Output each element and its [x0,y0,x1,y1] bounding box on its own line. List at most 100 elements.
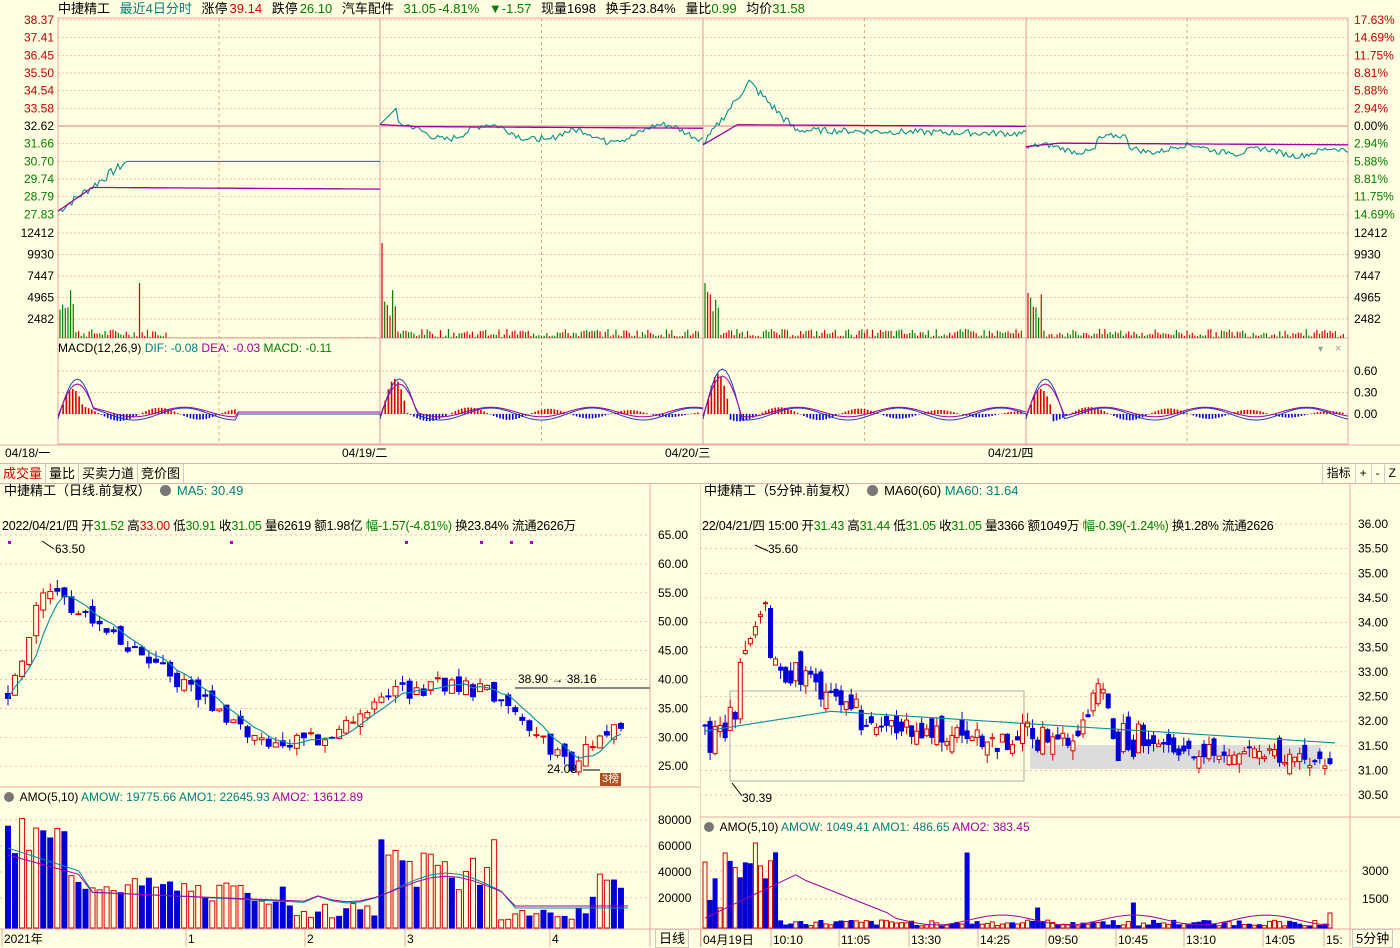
min5-candle-body [1171,737,1177,753]
tab-vol-ratio[interactable]: 量比 [46,464,80,483]
min5-price-tick: 36.00 [1358,517,1388,531]
min5-candle-body [944,740,950,746]
daily-amo-bar [477,884,484,929]
tab-volume[interactable]: 成交量 [0,464,47,483]
daily-price-tick: 40.00 [658,673,688,687]
daily-candle-body [385,695,392,698]
min5-amo-bar [863,920,869,929]
min5-amo-bar [1307,925,1313,929]
min5-candle-body [768,607,774,658]
pct-axis-tick: 11.75% [1354,48,1394,62]
daily-amo-tick: 20000 [658,891,692,905]
daily-amo-bar [350,903,357,929]
daily-candle-body [498,699,505,702]
min5-candle-body [843,701,849,711]
daily-candle-body [293,734,300,749]
daily-candle-body [265,738,272,747]
daily-amo-bar [138,885,145,929]
daily-amo-bar [293,915,300,929]
min5-title[interactable]: 中捷精工（5分钟.前复权） [704,483,858,498]
min5-candle-body [878,725,884,728]
daily-amo-tick: 80000 [658,813,692,827]
min5-candle-body [1166,734,1172,746]
daily-title[interactable]: 中捷精工（日线.前复权） [4,483,151,498]
ma-toggle-icon[interactable] [160,485,172,496]
period-tab-5min[interactable]: 5分钟 [1352,929,1394,948]
min5-candle-body [959,719,965,736]
min5-amo-bar [1236,920,1242,929]
ma60-toggle-icon[interactable] [867,485,879,496]
min5-amo-bar [707,899,713,929]
min5-candle-body [1014,736,1020,741]
min5-candle-body [1035,739,1041,751]
min5-amo-bar [778,920,784,929]
daily-candle-body [603,731,610,736]
daily-candle-body [124,647,131,652]
min5-amo-bar [1140,922,1146,929]
min5-amo-bar [712,878,718,929]
tab-buy-sell-force[interactable]: 买卖力道 [79,464,139,483]
min5-amo-bar [1020,922,1026,929]
min5-candle-body [1085,714,1091,718]
zoom-out-button[interactable]: - [1370,464,1384,483]
min5-amo-bar [1055,924,1061,929]
daily-open-label: 开 [81,519,94,533]
daily-amo-bar [61,831,68,929]
min5-amo-toggle-icon[interactable] [704,822,714,832]
min5-amo2: AMO2: 383.45 [952,820,1030,834]
min5-chart[interactable]: 36.00 35.50 35.00 34.50 34.00 33.50 33.00 32.50… [700,483,1400,947]
min5-amo-bar [757,865,763,929]
min5-amo-bar [702,861,708,929]
daily-chart[interactable]: 65.00 60.00 55.00 50.00 45.00 40.00 35.00 30.00… [0,483,700,947]
min5-amo-bar [1191,922,1197,929]
min5-amo-bar [1095,922,1101,929]
daily-ma5: MA5: 30.49 [176,483,244,498]
daily-candle-body [491,682,498,702]
daily-amo-bar [75,881,82,929]
min5-candle-body [1095,683,1101,705]
daily-amo-bar [329,917,336,929]
min5-amo-bar [1105,924,1111,929]
min5-candle-body [1322,765,1328,770]
z-button[interactable]: Z [1383,464,1400,483]
pct-axis-tick: 0.00% [1354,119,1388,133]
min5-candle-body [1211,738,1217,756]
lhb-badge[interactable]: 3榜 [600,773,622,786]
min5-candle-body [1065,737,1071,746]
min5-candle-body [838,690,844,706]
daily-volume: 量62619 [264,519,311,533]
min5-candle-body [818,671,824,700]
amo-toggle-icon[interactable] [4,792,14,802]
daily-title-row: 中捷精工（日线.前复权） MA5: 30.49 [4,483,243,499]
indicator-button[interactable]: 指标 [1321,464,1355,483]
daily-amo-bar [258,900,265,929]
pct-axis-tick: 11.75% [1354,190,1394,204]
daily-amo-bar [589,896,596,929]
min5-amo-bar [843,921,849,929]
daily-price-tick: 65.00 [658,528,688,542]
min5-title-row: 中捷精工（5分钟.前复权） MA60(60) MA60: 31.64 [704,483,1019,499]
min5-price-tick: 35.00 [1358,566,1388,580]
daily-candle-body [462,680,469,695]
daily-amo-tick: 40000 [658,865,692,879]
tab-auction[interactable]: 竞价图 [138,464,185,483]
daily-candle-body [33,604,40,637]
daily-candle-body [322,739,329,746]
daily-candle-body [554,749,561,756]
daily-event-dot [8,541,11,544]
intraday-chart[interactable]: 38.37 17.63% 37.41 14.69% 36.45 11.75% 35.50 8.… [0,0,1400,463]
min5-high-arrow [754,544,769,552]
min5-amo-bar [813,921,819,929]
daily-candle-body [188,679,195,685]
min5-candle-body [904,719,910,728]
macd-dif: DIF: -0.08 [144,341,199,355]
zoom-in-button[interactable]: + [1354,464,1371,483]
min5-amo-bar [1226,921,1232,929]
min5-x-label: 11:05 [841,933,870,947]
period-tab-daily[interactable]: 日线 [655,929,690,948]
min5-candle-body [909,725,915,737]
min5-amo-bar [762,878,768,929]
price-axis-tick: 32.62 [24,119,54,133]
daily-candle-body [350,721,357,724]
daily-amo-bar [533,913,540,929]
